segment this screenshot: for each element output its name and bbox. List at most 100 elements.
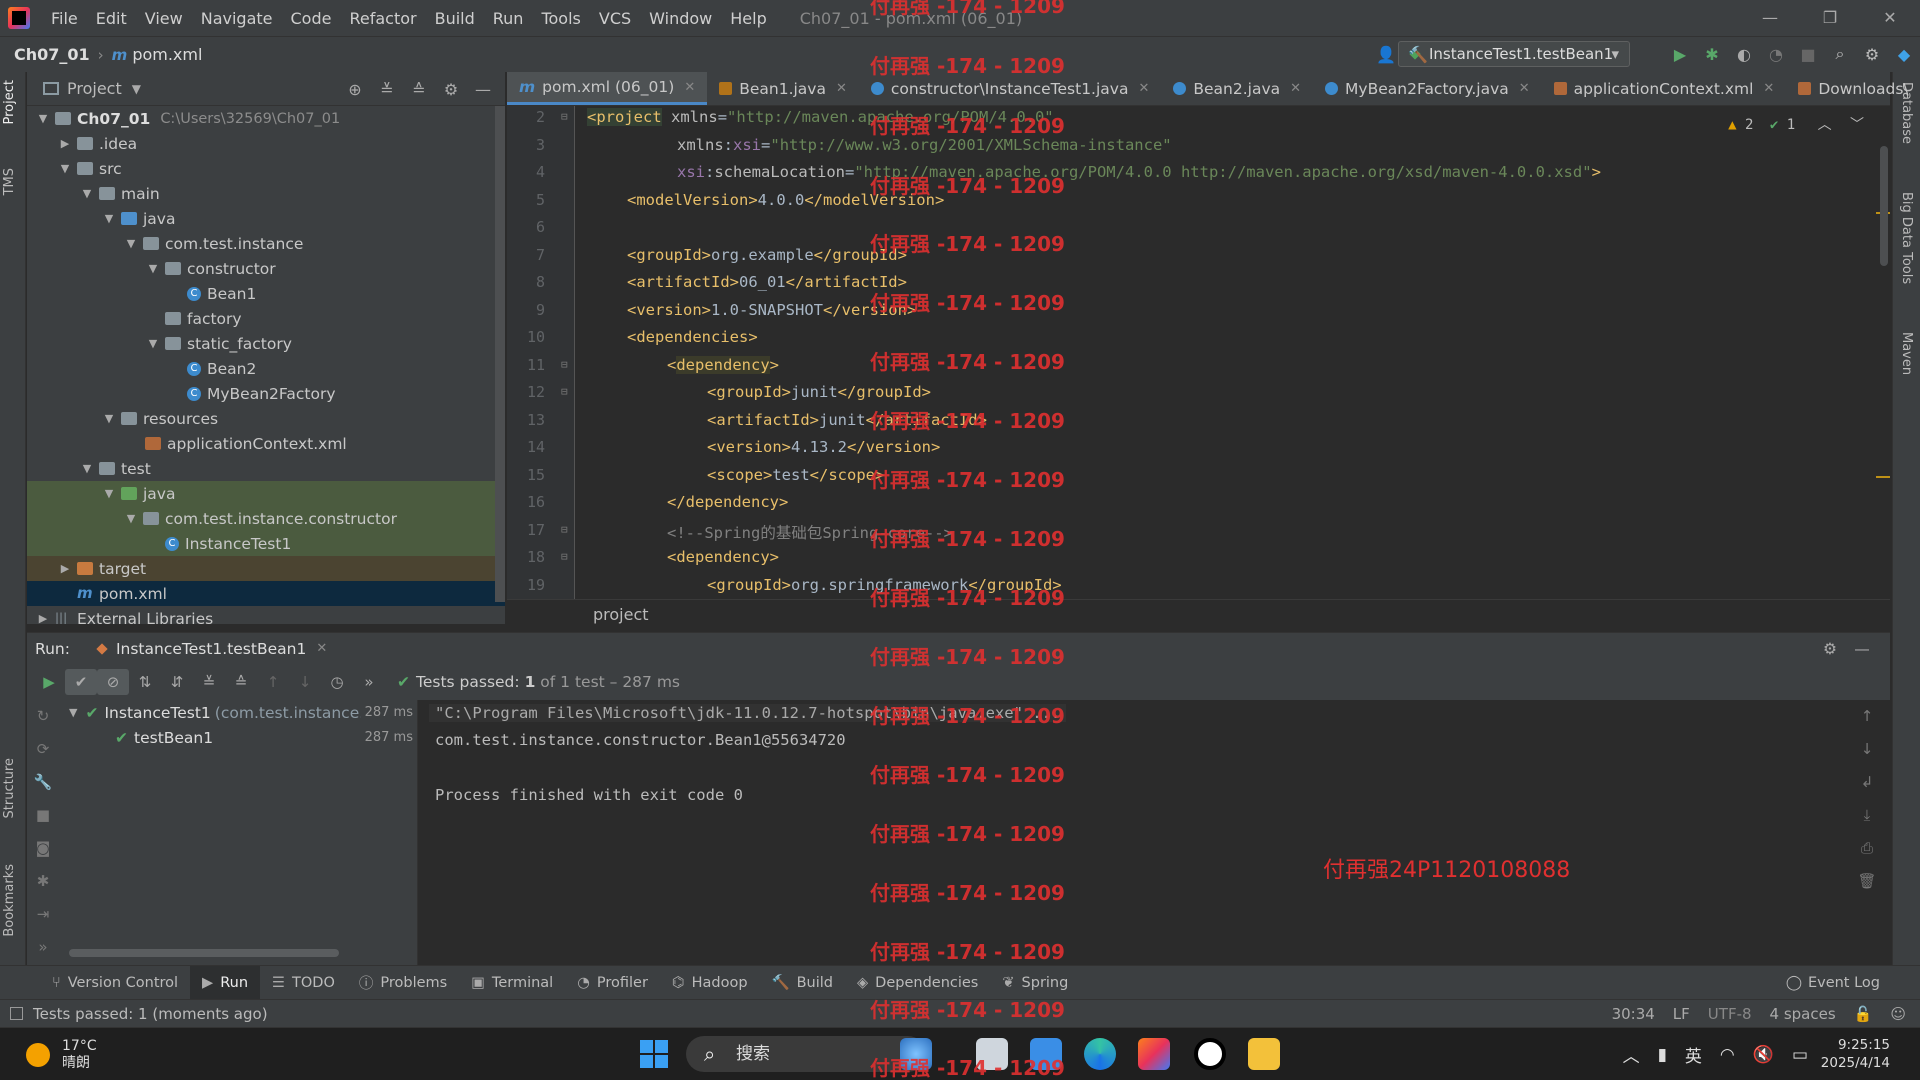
toolbox-icon[interactable]: ◆ [1888,45,1920,64]
chevron-down-icon[interactable]: ▼ [79,462,95,475]
tool-dependencies[interactable]: ◈ Dependencies [845,966,990,1000]
tab-mybean2factory-java[interactable]: MyBean2Factory.java ✕ [1313,72,1542,105]
expand-all-icon[interactable]: ≚ [371,80,403,99]
collapse-all-icon[interactable]: ≙ [225,673,257,691]
file-encoding[interactable]: UTF-8 [1708,1005,1752,1023]
arrow-down-icon[interactable]: ↓ [1844,733,1890,766]
fold-marker-icon[interactable]: ⊟ [561,385,568,398]
fold-marker-icon[interactable]: ⊟ [561,358,568,371]
chevron-down-icon[interactable]: ▼ [132,82,141,96]
intellij-taskbar-icon[interactable] [1138,1038,1170,1070]
tree-item-main-java[interactable]: ▼ java [27,206,505,231]
taskbar-clock[interactable]: 9:25:15 2025/4/14 [1821,1036,1890,1072]
more-actions-icon[interactable]: » [353,673,385,691]
tab-bean1-java[interactable]: Bean1.java ✕ [707,72,859,105]
tree-item-static-factory[interactable]: ▼ static_factory [27,331,505,356]
close-window-button[interactable]: ✕ [1860,0,1920,36]
inspection-widget[interactable]: ▲ 2 ✔ 1 ︿ ﹀ [1728,114,1864,134]
close-icon[interactable]: ✕ [684,80,695,95]
project-tool-label[interactable]: Project [2,80,17,124]
chevron-down-icon[interactable]: ▼ [57,162,73,175]
next-test-icon[interactable]: ↓ [289,673,321,691]
windows-start-icon[interactable] [640,1040,668,1068]
chevron-right-icon[interactable]: ▶ [57,137,73,150]
show-passed-icon[interactable]: ✔ [65,669,97,695]
close-icon[interactable]: ✕ [1290,81,1301,96]
chevron-down-icon[interactable]: ▼ [35,112,51,125]
menu-help[interactable]: Help [721,9,775,28]
chevron-down-icon[interactable]: ﹀ [1850,117,1864,133]
tree-item-src[interactable]: ▼ src [27,156,505,181]
caret-position[interactable]: 30:34 [1612,1005,1655,1023]
volume-mute-icon[interactable]: 🔇 [1753,1045,1774,1065]
previous-test-icon[interactable]: ↑ [257,673,289,691]
search-everywhere-icon[interactable]: ⌕ [1824,44,1856,64]
menu-view[interactable]: View [136,9,192,28]
menu-vcs[interactable]: VCS [590,9,640,28]
close-icon[interactable]: ✕ [1763,81,1774,96]
chevron-right-icon[interactable]: ▶ [57,562,73,575]
test-history-icon[interactable]: ◷ [321,673,353,691]
profile-icon[interactable]: ◔ [1760,45,1792,64]
line-separator[interactable]: LF [1673,1005,1690,1023]
tree-item-idea[interactable]: ▶ .idea [27,131,505,156]
search-highlight-icon[interactable] [900,1038,932,1070]
panel-settings-icon[interactable]: ⚙ [435,80,467,99]
user-account-icon[interactable]: 👤 [1370,45,1402,64]
chevron-down-icon[interactable]: ▼ [123,512,139,525]
console-output[interactable]: "C:\Program Files\Microsoft\jdk-11.0.12.… [419,700,1844,965]
menu-tools[interactable]: Tools [532,9,589,28]
menu-navigate[interactable]: Navigate [192,9,282,28]
fold-marker-icon[interactable]: ⊟ [561,110,568,123]
tree-item-external-libraries[interactable]: ▶ ||| External Libraries [27,606,505,625]
tool-build[interactable]: 🔨 Build [760,966,845,1000]
close-icon[interactable]: ✕ [316,641,327,656]
menu-build[interactable]: Build [426,9,484,28]
minimize-button[interactable]: — [1740,0,1800,36]
breadcrumb-project[interactable]: Ch07_01 [14,45,90,64]
qq-app-icon[interactable] [1194,1038,1226,1070]
tree-item-test-java[interactable]: ▼ java [27,481,505,506]
camera-icon[interactable]: ◙ [27,832,59,865]
notifications-icon[interactable]: ☺ [1890,1005,1906,1023]
test-suite-row[interactable]: ▼ ✔ InstanceTest1 (com.test.instance.c 2… [59,700,417,725]
sort-alpha-icon[interactable]: ⇅ [129,673,161,691]
breadcrumb-file[interactable]: pom.xml [132,45,202,64]
hide-panel-icon[interactable]: — [467,80,499,99]
edge-browser-icon[interactable] [1084,1038,1116,1070]
scroll-to-end-icon[interactable]: ⤓ [1844,799,1890,832]
coverage-icon[interactable]: ◐ [1728,45,1760,64]
hide-panel-icon[interactable]: — [1846,640,1878,658]
run-play-icon[interactable]: ▶ [1664,45,1696,64]
wifi-icon[interactable]: ◠ [1720,1045,1735,1065]
tab-bean2-java[interactable]: Bean2.java ✕ [1161,72,1313,105]
tree-item-applicationcontext[interactable]: applicationContext.xml [27,431,505,456]
code-editor[interactable]: 2 3 4 5 6 7 8 9 10 11 12 13 14 15 16 17 … [507,106,1890,599]
trash-icon[interactable]: 🗑 [1844,865,1890,898]
tree-item-bean2[interactable]: C Bean2 [27,356,505,381]
tool-run[interactable]: ▶ Run [190,965,261,1000]
chevron-right-icon[interactable]: ▶ [35,612,51,624]
weather-widget[interactable]: 17°C 晴朗 [26,1038,97,1072]
tree-item-constructor[interactable]: ▼ constructor [27,256,505,281]
arrow-up-icon[interactable]: ↑ [1844,700,1890,733]
intellij-logo-icon[interactable] [8,7,30,29]
tab-instancetest1-java[interactable]: constructor\InstanceTest1.java ✕ [859,72,1161,105]
close-icon[interactable]: ✕ [1519,81,1530,96]
maven-tool-label[interactable]: Maven [1899,332,1914,375]
test-case-row[interactable]: ✔ testBean1 287 ms [59,725,417,750]
chevron-down-icon[interactable]: ▼ [145,262,161,275]
battery-icon[interactable]: ▭ [1792,1045,1808,1065]
run-tab[interactable]: InstanceTest1.testBean1 [98,640,306,658]
tree-item-target[interactable]: ▶ target [27,556,505,581]
build-hammer-icon[interactable]: 🔨 [1402,45,1434,64]
tms-tool-label[interactable]: TMS [2,168,17,195]
close-icon[interactable]: ✕ [1138,81,1149,96]
chevron-down-icon[interactable]: ▼ [101,212,117,225]
tree-item-mybean2factory[interactable]: C MyBean2Factory [27,381,505,406]
warning-marker[interactable] [1876,476,1890,478]
stop-icon[interactable]: ■ [1792,45,1824,64]
tree-item-pom-xml[interactable]: m pom.xml [27,581,505,606]
taskbar-search[interactable]: 搜索 [686,1036,926,1072]
bookmarks-tool-label[interactable]: Bookmarks [2,864,17,937]
